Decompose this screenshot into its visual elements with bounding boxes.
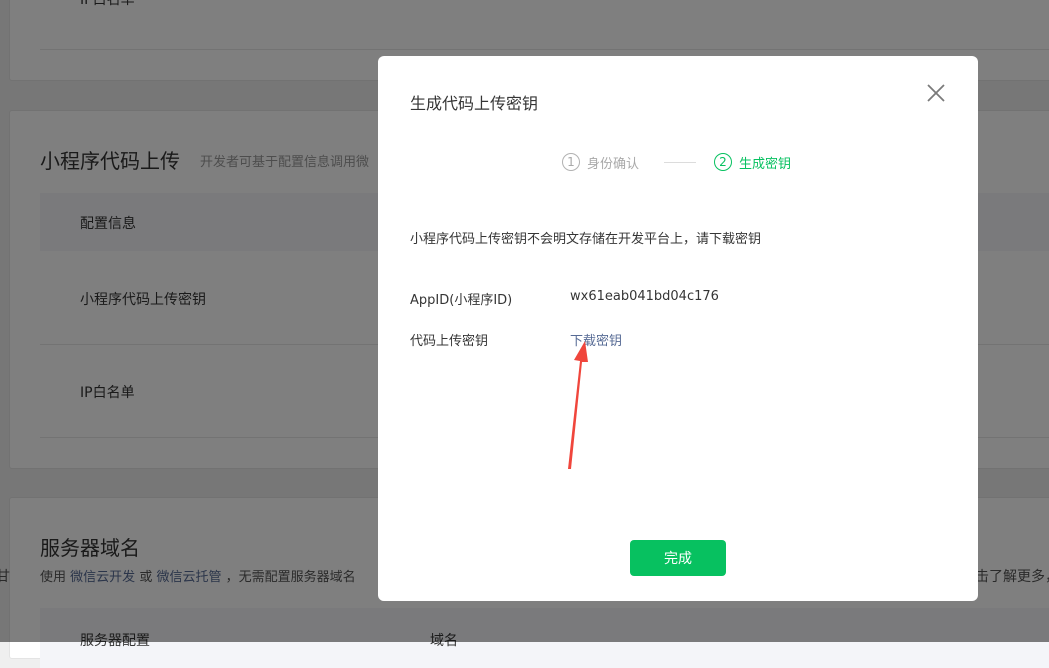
- step-label: 身份确认: [587, 156, 640, 172]
- step-identity-confirm: 1 身份确认: [562, 151, 639, 173]
- appid-value: wx61eab041bd04c176: [570, 289, 719, 304]
- annotation-arrow-icon: [568, 341, 588, 469]
- step-number: 1: [562, 153, 580, 171]
- generate-upload-key-dialog: 生成代码上传密钥 1 身份确认 2 生成密钥 小程序代码上传密钥不会明文存储在开…: [378, 56, 978, 601]
- step-indicator: 1 身份确认 2 生成密钥: [562, 151, 842, 173]
- close-icon[interactable]: [923, 80, 949, 106]
- dialog-title: 生成代码上传密钥: [410, 94, 539, 113]
- appid-label: AppID(小程序ID): [410, 293, 513, 308]
- step-generate-key: 2 生成密钥: [714, 151, 791, 173]
- step-label: 生成密钥: [739, 156, 792, 172]
- done-button[interactable]: 完成: [630, 540, 726, 576]
- step-connector: [664, 162, 696, 163]
- key-storage-notice: 小程序代码上传密钥不会明文存储在开发平台上，请下载密钥: [410, 232, 762, 247]
- step-number: 2: [714, 153, 732, 171]
- upload-key-label: 代码上传密钥: [410, 334, 489, 349]
